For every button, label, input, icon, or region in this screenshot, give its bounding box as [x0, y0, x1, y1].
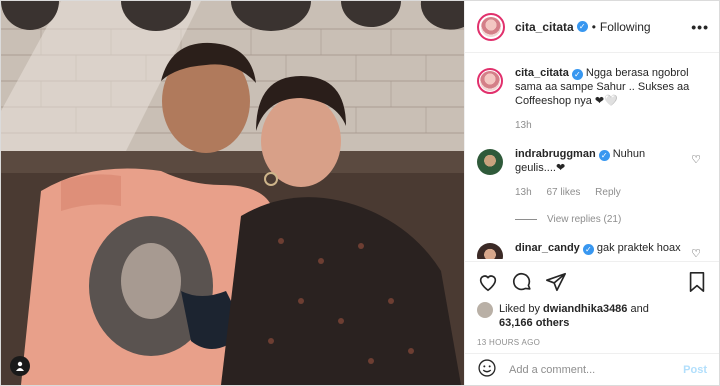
liked-by-others[interactable]: 63,166 others [499, 317, 569, 329]
author-username[interactable]: cita_citata [515, 20, 574, 34]
comment-item: dinar_candy ✓ gak praktek hoax ♡ [477, 241, 705, 259]
like-comment-heart-icon[interactable]: ♡ [691, 247, 701, 259]
comment-username[interactable]: indrabruggman [515, 148, 596, 160]
caption-time[interactable]: 13h [515, 120, 532, 131]
liked-by-and: and [630, 303, 649, 315]
caption-meta: 13h [515, 119, 705, 133]
view-replies-label: View replies (21) [547, 214, 622, 225]
more-options-icon[interactable]: ••• [691, 19, 709, 35]
liked-by-user[interactable]: dwiandhika3486 [543, 303, 627, 315]
post-details-panel: cita_citata ✓ • Following ••• cita_citat… [464, 1, 719, 385]
share-icon[interactable] [545, 271, 567, 298]
emoji-icon[interactable] [477, 358, 497, 381]
comment-item: indrabruggman ✓ Nuhun geulis....❤︎ 13h 67… [477, 147, 705, 200]
bookmark-icon[interactable] [687, 271, 707, 298]
comment-likes[interactable]: 67 likes [546, 187, 580, 198]
instagram-post-modal: cita_citata ✓ • Following ••• cita_citat… [0, 0, 720, 386]
photo-illustration [1, 1, 464, 385]
comment-text: gak praktek hoax [596, 242, 681, 254]
caption-username[interactable]: cita_citata [515, 67, 569, 79]
action-icons [477, 268, 707, 300]
post-button[interactable]: Post [683, 364, 707, 376]
comments-list[interactable]: cita_citata ✓ Ngga berasa ngobrol sama aa… [465, 54, 719, 259]
following-button[interactable]: Following [600, 20, 651, 34]
liked-by-avatar[interactable] [477, 302, 493, 318]
post-actions: Liked by dwiandhika3486 and 63,166 other… [465, 261, 719, 347]
header-separator: • [591, 19, 596, 34]
comment-username[interactable]: dinar_candy [515, 242, 580, 254]
caption-body: cita_citata ✓ Ngga berasa ngobrol sama aa… [515, 66, 705, 133]
view-replies-button[interactable]: View replies (21) [515, 214, 705, 225]
add-comment-bar: Add a comment... Post [465, 353, 719, 385]
liked-by-prefix: Liked by [499, 303, 540, 315]
like-comment-heart-icon[interactable]: ♡ [691, 153, 701, 166]
post-photo[interactable] [1, 1, 464, 385]
comment-avatar[interactable] [477, 149, 503, 175]
comment-body: dinar_candy ✓ gak praktek hoax [515, 241, 681, 259]
comment-avatar[interactable] [477, 243, 503, 259]
verified-badge-icon: ✓ [576, 21, 588, 32]
verified-badge-icon: ✓ [582, 244, 594, 255]
comment-body: indrabruggman ✓ Nuhun geulis....❤︎ 13h 67… [515, 147, 705, 200]
verified-badge-icon: ✓ [598, 150, 610, 161]
verified-badge-icon: ✓ [571, 69, 583, 80]
user-tag-icon[interactable] [10, 356, 30, 376]
comment-icon[interactable] [511, 271, 533, 298]
comment-time[interactable]: 13h [515, 187, 532, 198]
reply-button[interactable]: Reply [595, 187, 621, 198]
author-avatar[interactable] [477, 12, 505, 41]
caption-avatar[interactable] [477, 68, 503, 94]
replies-line [515, 219, 537, 220]
like-heart-icon[interactable] [477, 271, 499, 298]
post-timestamp[interactable]: 13 HOURS AGO [477, 338, 707, 347]
caption: cita_citata ✓ Ngga berasa ngobrol sama aa… [477, 66, 705, 133]
comment-meta: 13h 67 likes Reply [515, 186, 683, 200]
post-header: cita_citata ✓ • Following ••• [465, 1, 719, 53]
add-comment-input[interactable]: Add a comment... [509, 364, 683, 376]
liked-by: Liked by dwiandhika3486 and 63,166 other… [477, 302, 707, 330]
